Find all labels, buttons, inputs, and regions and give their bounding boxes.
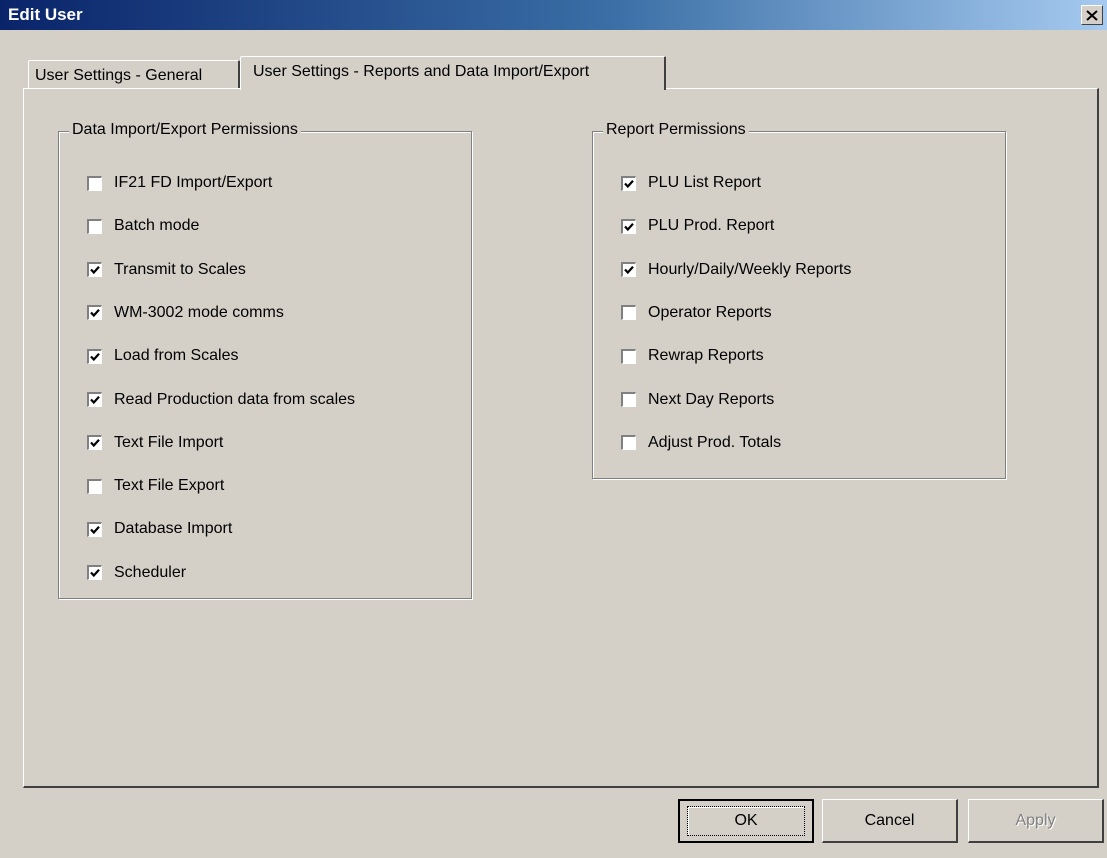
- checkbox-label: Database Import: [114, 520, 233, 538]
- checkbox-label: Scheduler: [114, 563, 187, 581]
- title-bar[interactable]: Edit User: [0, 0, 1107, 30]
- close-button[interactable]: [1081, 5, 1103, 25]
- group-legend: Data Import/Export Permissions: [69, 121, 301, 139]
- checkbox[interactable]: [620, 217, 637, 235]
- checkbox-row[interactable]: Load from Scales: [86, 345, 239, 367]
- ok-label: OK: [687, 806, 805, 836]
- report-permissions-group: Report Permissions PLU List Report PLU Pr…: [592, 121, 1006, 479]
- group-legend: Report Permissions: [603, 121, 749, 139]
- checkbox[interactable]: [86, 217, 103, 235]
- checkbox-label: Hourly/Daily/Weekly Reports: [648, 260, 852, 278]
- data-import-export-group: Data Import/Export Permissions IF21 FD I…: [58, 121, 472, 599]
- checkmark-icon: [90, 266, 100, 275]
- checkbox[interactable]: [86, 347, 103, 365]
- checkbox-row[interactable]: Read Production data from scales: [86, 389, 356, 411]
- checkbox-label: Adjust Prod. Totals: [648, 433, 782, 451]
- tab-label: User Settings - General: [35, 67, 203, 84]
- checkbox[interactable]: [620, 347, 637, 365]
- apply-label: Apply: [1015, 811, 1056, 829]
- checkbox-label: WM-3002 mode comms: [114, 303, 284, 321]
- close-icon: [1086, 9, 1098, 21]
- checkbox-row[interactable]: Transmit to Scales: [86, 259, 246, 281]
- checkbox-row[interactable]: WM-3002 mode comms: [86, 302, 284, 324]
- checkbox-row[interactable]: PLU List Report: [620, 172, 761, 194]
- checkmark-icon: [624, 266, 634, 275]
- checkbox-label: Text File Export: [114, 477, 225, 495]
- checkmark-icon: [90, 352, 100, 361]
- checkbox-label: Load from Scales: [114, 347, 239, 365]
- checkbox-label: Next Day Reports: [648, 390, 775, 408]
- checkmark-icon: [90, 525, 100, 535]
- cancel-button[interactable]: Cancel: [822, 799, 958, 843]
- checkbox[interactable]: [86, 564, 103, 582]
- checkbox-row[interactable]: Hourly/Daily/Weekly Reports: [620, 259, 852, 281]
- ok-button[interactable]: OK: [678, 799, 814, 843]
- tab-user-settings-general[interactable]: User Settings - General: [28, 60, 240, 88]
- tab-panel: Data Import/Export Permissions IF21 FD I…: [23, 88, 1099, 788]
- checkmark-icon: [90, 396, 100, 405]
- checkbox[interactable]: [86, 391, 103, 408]
- checkmark-icon: [90, 309, 100, 318]
- checkbox[interactable]: [620, 434, 637, 452]
- checkbox-row[interactable]: Operator Reports: [620, 302, 772, 324]
- checkbox-label: Rewrap Reports: [648, 347, 764, 365]
- checkbox-row[interactable]: Next Day Reports: [620, 389, 775, 411]
- checkbox-row[interactable]: Database Import: [86, 518, 233, 540]
- checkbox-label: PLU List Report: [648, 174, 761, 191]
- checkbox[interactable]: [620, 261, 637, 279]
- checkbox[interactable]: [86, 261, 103, 279]
- checkbox[interactable]: [86, 434, 103, 452]
- checkbox-row[interactable]: Text File Import: [86, 432, 224, 454]
- checkbox-label: Operator Reports: [648, 303, 772, 321]
- apply-button[interactable]: Apply: [968, 799, 1104, 843]
- checkbox[interactable]: [620, 304, 637, 322]
- checkbox-row[interactable]: Batch mode: [86, 215, 200, 237]
- checkbox-row[interactable]: IF21 FD Import/Export: [86, 172, 273, 194]
- tab-label: User Settings - Reports and Data Import/…: [253, 63, 590, 80]
- checkbox[interactable]: [620, 174, 637, 192]
- checkbox-label: IF21 FD Import/Export: [114, 174, 273, 191]
- checkbox-row[interactable]: Rewrap Reports: [620, 345, 764, 367]
- checkbox-label: Batch mode: [114, 217, 200, 235]
- checkmark-icon: [624, 222, 634, 231]
- cancel-label: Cancel: [864, 811, 915, 829]
- checkbox-label: Read Production data from scales: [114, 390, 356, 408]
- checkbox-row[interactable]: Scheduler: [86, 562, 187, 584]
- checkbox-row[interactable]: Text File Export: [86, 475, 225, 497]
- window-title: Edit User: [8, 5, 83, 24]
- tab-user-settings-reports[interactable]: User Settings - Reports and Data Import/…: [240, 56, 666, 90]
- checkbox-row[interactable]: PLU Prod. Report: [620, 215, 775, 237]
- checkbox[interactable]: [86, 477, 103, 495]
- checkbox-label: Text File Import: [114, 433, 224, 451]
- checkbox-row[interactable]: Adjust Prod. Totals: [620, 432, 782, 454]
- checkmark-icon: [624, 179, 634, 188]
- edit-user-dialog: Edit User User Settings - General User S…: [0, 0, 1107, 858]
- checkbox-label: PLU Prod. Report: [648, 217, 775, 235]
- checkbox[interactable]: [86, 520, 103, 538]
- checkmark-icon: [90, 439, 100, 448]
- checkbox[interactable]: [86, 174, 103, 192]
- checkbox-label: Transmit to Scales: [114, 260, 246, 278]
- checkmark-icon: [90, 569, 100, 578]
- checkbox[interactable]: [86, 304, 103, 322]
- checkbox[interactable]: [620, 391, 637, 408]
